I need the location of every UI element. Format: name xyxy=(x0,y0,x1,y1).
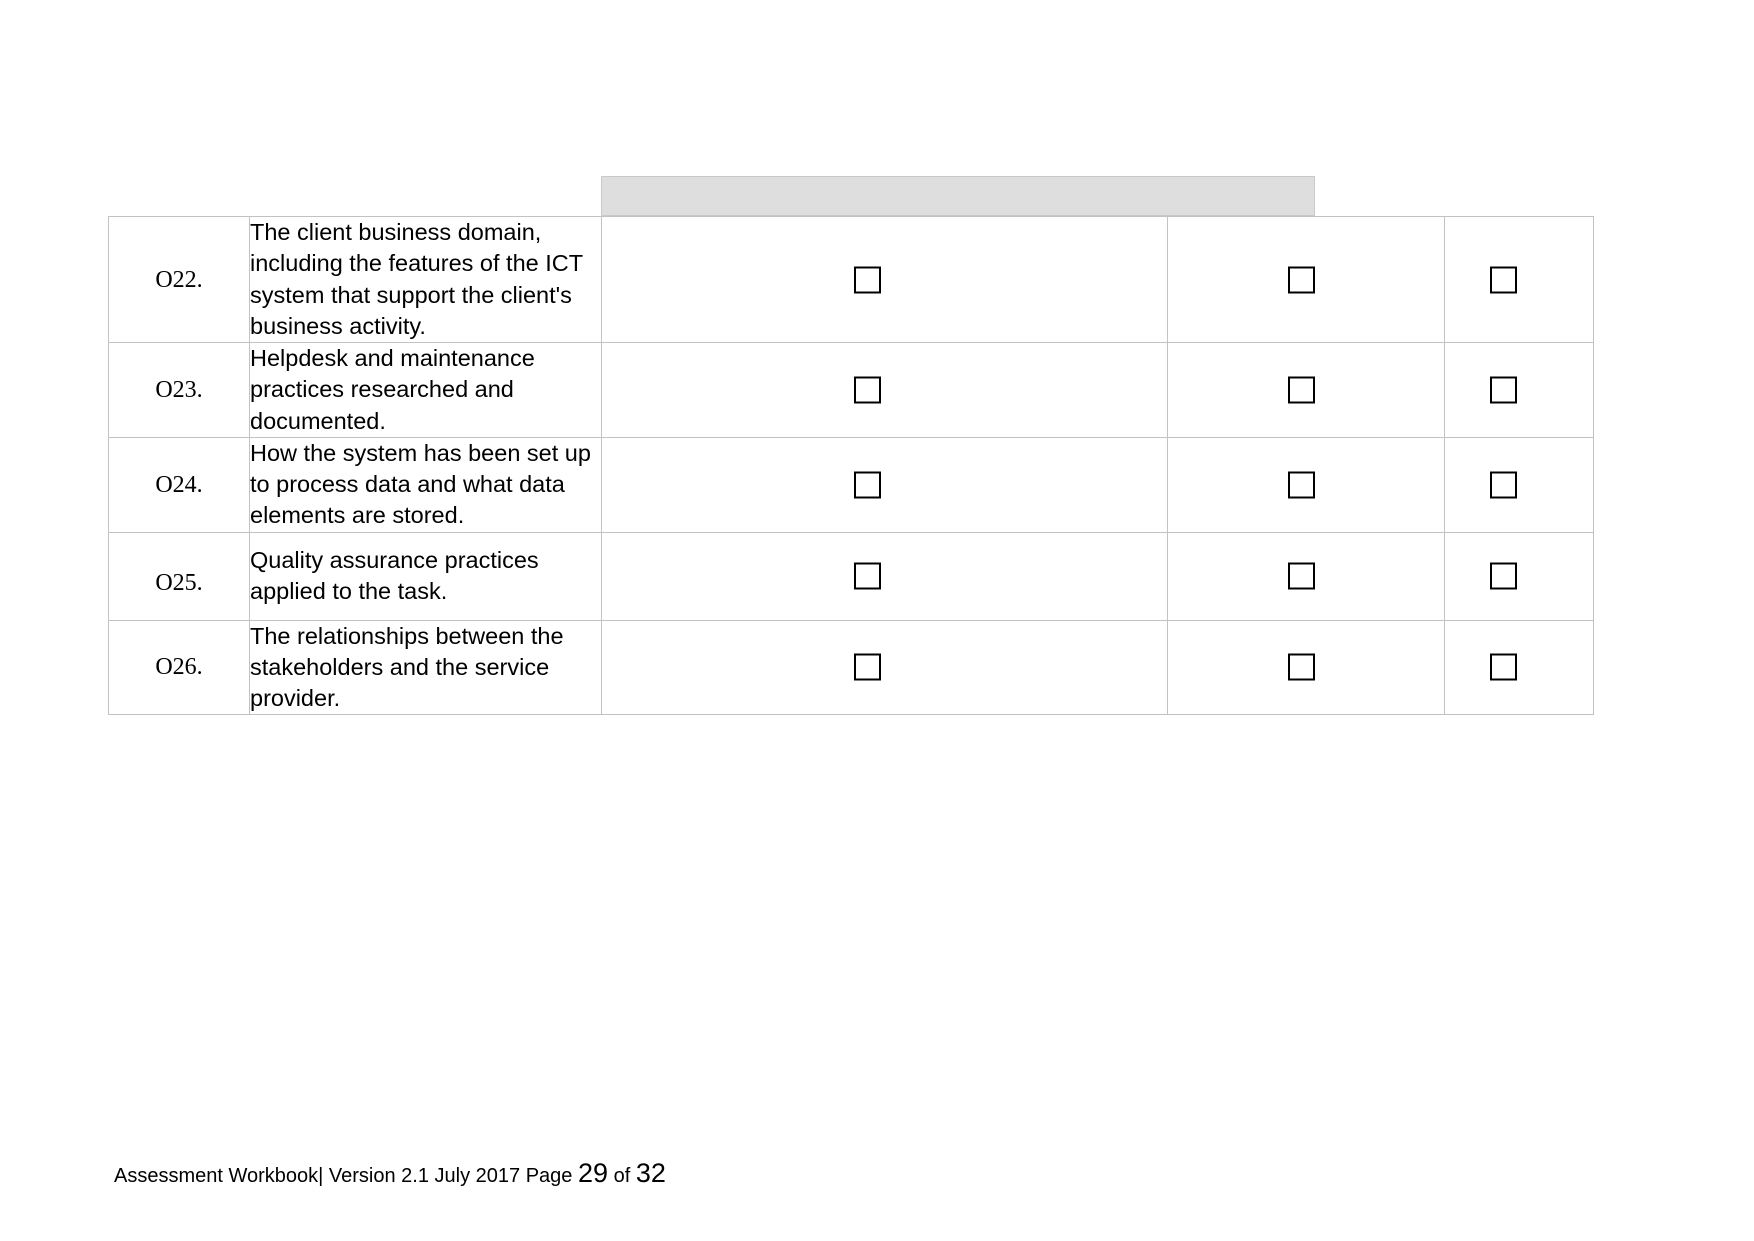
footer-page-number: 29 xyxy=(577,1158,609,1188)
checkbox-icon[interactable] xyxy=(1490,471,1517,499)
checkbox-icon[interactable] xyxy=(1490,266,1517,293)
page-footer: Assessment Workbook| Version 2.1 July 20… xyxy=(114,1160,666,1187)
table-row: O26. The relationships between the stake… xyxy=(108,619,1594,716)
criterion-checkbox-cell-b[interactable] xyxy=(1167,342,1445,438)
table-row: O22. The client business domain, includi… xyxy=(108,216,1594,343)
criterion-checkbox-cell-a[interactable] xyxy=(601,531,1168,621)
checkbox-icon[interactable] xyxy=(1288,471,1315,499)
criterion-checkbox-cell-c[interactable] xyxy=(1444,531,1594,621)
checkbox-icon[interactable] xyxy=(854,471,881,499)
criterion-id: O22. xyxy=(108,216,250,343)
checkbox-icon[interactable] xyxy=(1490,562,1517,590)
criterion-checkbox-cell-c[interactable] xyxy=(1444,619,1594,716)
table-row: O24. How the system has been set up to p… xyxy=(108,436,1594,533)
checkbox-icon[interactable] xyxy=(1288,653,1315,681)
footer-total-pages: 32 xyxy=(635,1158,666,1188)
criterion-id: O26. xyxy=(108,619,250,716)
checkbox-icon[interactable] xyxy=(854,266,881,293)
checkbox-icon[interactable] xyxy=(854,653,881,681)
criterion-description: The relationships between the stakeholde… xyxy=(249,619,602,716)
checkbox-icon[interactable] xyxy=(854,562,881,590)
criterion-checkbox-cell-b[interactable] xyxy=(1167,619,1445,716)
table-header-band xyxy=(601,176,1315,216)
criterion-checkbox-cell-a[interactable] xyxy=(601,342,1168,438)
checkbox-icon[interactable] xyxy=(854,376,881,404)
criterion-id: O23. xyxy=(108,342,250,438)
criterion-id: O25. xyxy=(108,531,250,621)
checkbox-icon[interactable] xyxy=(1288,376,1315,404)
table-row: O25. Quality assurance practices applied… xyxy=(108,531,1594,621)
criterion-checkbox-cell-b[interactable] xyxy=(1167,216,1445,343)
criterion-checkbox-cell-a[interactable] xyxy=(601,619,1168,716)
criterion-checkbox-cell-a[interactable] xyxy=(601,216,1168,343)
criterion-checkbox-cell-b[interactable] xyxy=(1167,531,1445,621)
criterion-checkbox-cell-c[interactable] xyxy=(1444,216,1594,343)
footer-of-label: of xyxy=(608,1165,636,1187)
criteria-checklist-table: O22. The client business domain, includi… xyxy=(108,216,1594,716)
checkbox-icon[interactable] xyxy=(1490,653,1517,681)
checkbox-icon[interactable] xyxy=(1490,376,1517,404)
criterion-description: The client business domain, including th… xyxy=(249,216,602,343)
criterion-description: Quality assurance practices applied to t… xyxy=(249,531,602,621)
table-row: O23. Helpdesk and maintenance practices … xyxy=(108,342,1594,438)
criterion-description: How the system has been set up to proces… xyxy=(249,436,602,533)
criterion-checkbox-cell-c[interactable] xyxy=(1444,436,1594,533)
criterion-description: Helpdesk and maintenance practices resea… xyxy=(249,342,602,438)
checkbox-icon[interactable] xyxy=(1288,266,1315,293)
criterion-checkbox-cell-c[interactable] xyxy=(1444,342,1594,438)
criterion-id: O24. xyxy=(108,436,250,533)
checkbox-icon[interactable] xyxy=(1288,562,1315,590)
criterion-checkbox-cell-b[interactable] xyxy=(1167,436,1445,533)
page-canvas: O22. The client business domain, includi… xyxy=(0,0,1754,1241)
criterion-checkbox-cell-a[interactable] xyxy=(601,436,1168,533)
footer-title: Assessment Workbook| Version 2.1 July 20… xyxy=(114,1165,578,1187)
